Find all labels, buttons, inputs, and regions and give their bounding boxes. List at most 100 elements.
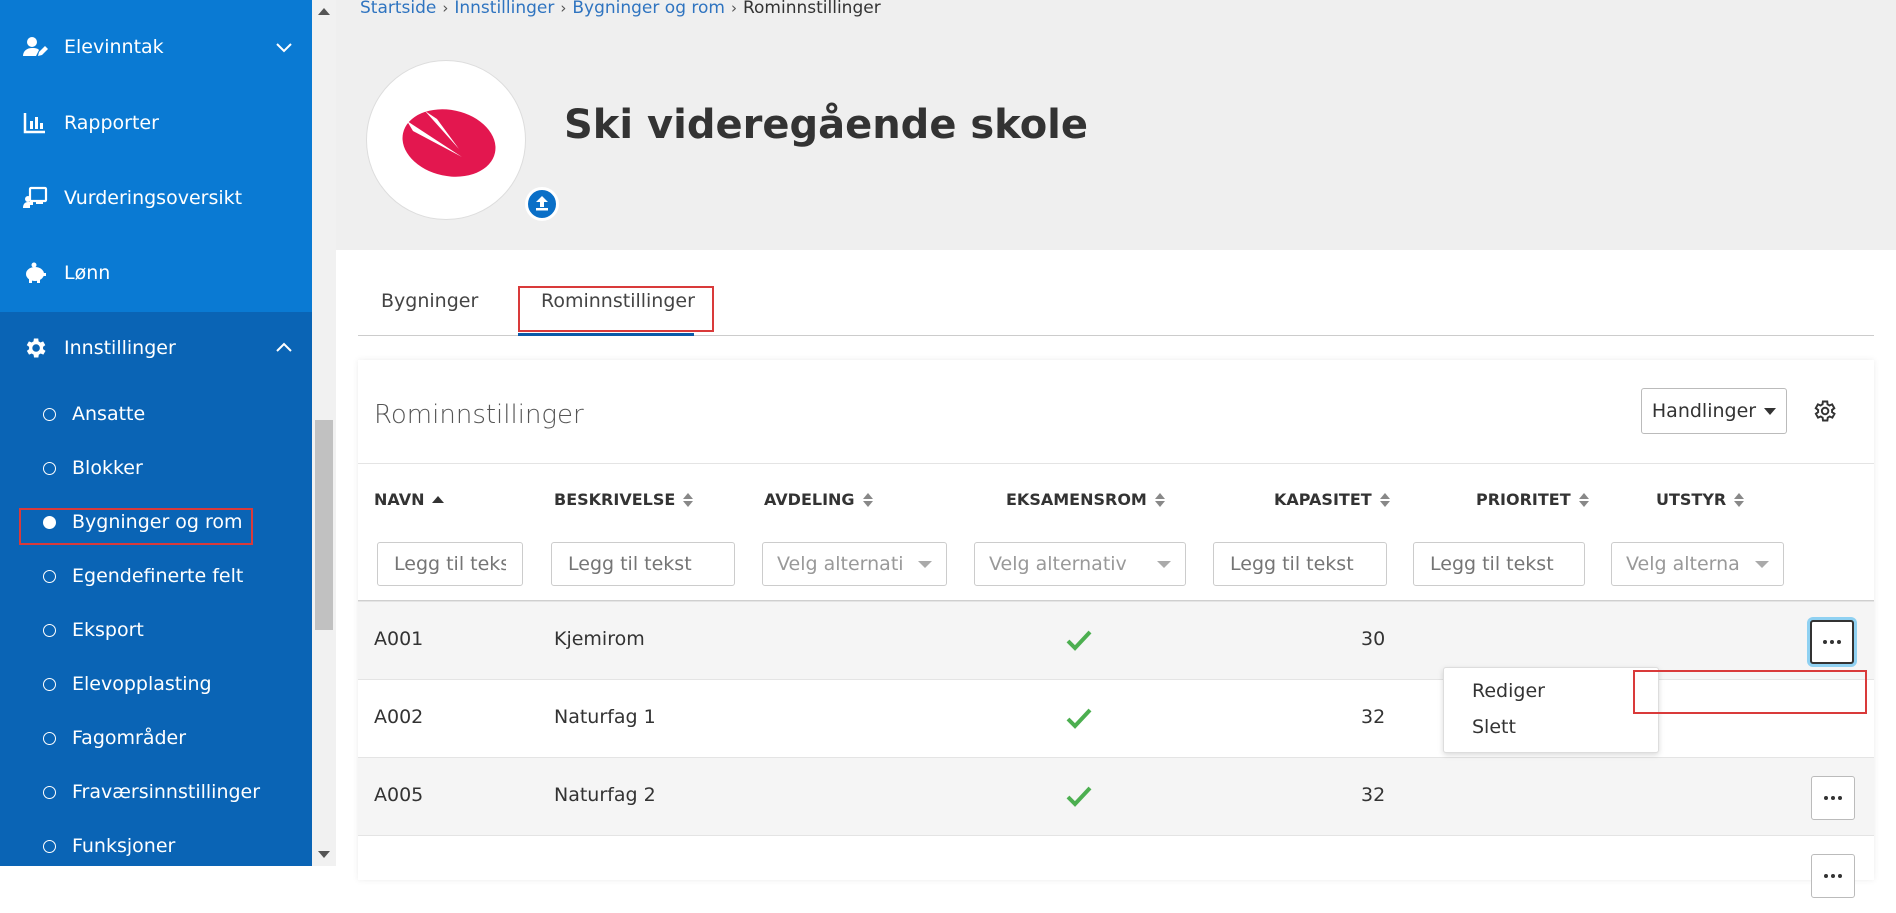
dropdown-arrow-icon <box>1755 561 1769 568</box>
circle-outline-icon <box>43 569 56 583</box>
sort-icon <box>683 492 694 507</box>
sidebar-subitem-eksport[interactable]: Eksport <box>0 608 312 652</box>
breadcrumb-link[interactable]: Startside <box>360 0 436 18</box>
cell-kapasitet: 30 <box>1361 628 1386 650</box>
breadcrumb-link[interactable]: Innstillinger <box>454 0 554 18</box>
sidebar-subitem-fagomrader[interactable]: Fagområder <box>0 716 312 760</box>
sidebar-subitem-fravaersinnstillinger[interactable]: Fraværsinnstillinger <box>0 770 312 814</box>
column-header-avdeling[interactable]: AVDELING <box>764 490 873 509</box>
actions-label: Handlinger <box>1651 400 1757 422</box>
sidebar-subitem-funksjoner[interactable]: Funksjoner <box>0 824 312 866</box>
circle-outline-icon <box>43 839 56 853</box>
school-logo-mark-icon <box>402 109 496 177</box>
school-header: Startside › Innstillinger › Bygninger og… <box>336 0 1896 250</box>
filter-avdeling-select[interactable]: Velg alternati <box>762 542 947 586</box>
sidebar-item-vurderingsoversikt[interactable]: Vurderingsoversikt <box>0 168 312 228</box>
menu-item-slett[interactable]: Slett <box>1472 716 1516 738</box>
chalkboard-user-icon <box>22 185 48 211</box>
column-header-prioritet[interactable]: PRIORITET <box>1476 490 1589 509</box>
sort-icon <box>1154 492 1165 507</box>
sidebar-subitem-label: Egendefinerte felt <box>72 565 244 587</box>
sidebar-subitem-egendefinerte-felt[interactable]: Egendefinerte felt <box>0 554 312 598</box>
sidebar-item-label: Rapporter <box>64 112 159 134</box>
column-header-navn[interactable]: NAVN <box>374 490 445 509</box>
filter-utstyr-select[interactable]: Velg alterna <box>1611 542 1784 586</box>
circle-outline-icon <box>43 623 56 637</box>
sort-icon <box>1379 492 1390 507</box>
row-actions-button[interactable] <box>1811 776 1855 820</box>
tab-bar: Bygninger Rominnstillinger <box>358 280 1874 336</box>
sidebar-item-innstillinger[interactable]: Innstillinger <box>0 318 312 378</box>
circle-outline-icon <box>43 731 56 745</box>
row-actions-menu: Rediger Slett <box>1443 667 1659 753</box>
column-header-label: AVDELING <box>764 490 855 509</box>
sidebar-item-rapporter[interactable]: Rapporter <box>0 93 312 153</box>
column-header-eksamensrom[interactable]: EKSAMENSROM <box>1006 490 1165 509</box>
sidebar-subitem-label: Funksjoner <box>72 835 176 857</box>
menu-item-rediger[interactable]: Rediger <box>1472 680 1545 702</box>
gear-icon <box>22 335 48 361</box>
chevron-down-icon[interactable] <box>274 37 294 57</box>
panel-divider <box>358 463 1874 464</box>
chevron-right-icon: › <box>730 0 737 17</box>
main-content: Startside › Innstillinger › Bygninger og… <box>336 0 1896 898</box>
circle-filled-icon <box>43 515 56 529</box>
sidebar-subitem-ansatte[interactable]: Ansatte <box>0 392 312 436</box>
sidebar-item-label: Elevinntak <box>64 36 164 58</box>
sort-icon <box>1578 492 1589 507</box>
filter-navn-input[interactable] <box>377 542 523 586</box>
sidebar-scrollbar[interactable] <box>312 0 336 866</box>
column-header-label: UTSTYR <box>1656 490 1727 509</box>
column-header-label: BESKRIVELSE <box>554 490 676 509</box>
filter-eksamensrom-select[interactable]: Velg alternativ <box>974 542 1186 586</box>
column-header-beskrivelse[interactable]: BESKRIVELSE <box>554 490 694 509</box>
breadcrumb-link[interactable]: Bygninger og rom <box>572 0 725 18</box>
sort-ascending-icon <box>432 496 445 503</box>
filter-prioritet-input[interactable] <box>1413 542 1585 586</box>
piggy-bank-icon <box>22 260 48 286</box>
bar-chart-icon <box>22 110 48 136</box>
settings-gear-icon[interactable] <box>1811 398 1837 424</box>
sidebar-subitem-label: Elevopplasting <box>72 673 212 695</box>
sidebar: Elevinntak Rapporter Vurderingsoversikt … <box>0 0 312 866</box>
sidebar-subitem-elevopplasting[interactable]: Elevopplasting <box>0 662 312 706</box>
sidebar-item-elevinntak[interactable]: Elevinntak <box>0 17 312 77</box>
scroll-down-arrow-icon[interactable] <box>318 851 330 858</box>
cell-kapasitet: 32 <box>1361 706 1386 728</box>
cell-navn: A005 <box>374 784 424 806</box>
row-actions-button[interactable] <box>1811 854 1855 898</box>
actions-dropdown-button[interactable]: Handlinger <box>1641 388 1787 434</box>
sidebar-subitem-bygninger-og-rom[interactable]: Bygninger og rom <box>0 500 312 544</box>
more-horizontal-icon <box>1823 640 1841 644</box>
scroll-up-arrow-icon[interactable] <box>318 8 330 15</box>
sort-icon <box>1734 492 1745 507</box>
circle-outline-icon <box>43 407 56 421</box>
circle-outline-icon <box>43 785 56 799</box>
checkmark-icon <box>1066 708 1092 729</box>
sidebar-subitem-label: Blokker <box>72 457 143 479</box>
column-header-utstyr[interactable]: UTSTYR <box>1656 490 1745 509</box>
select-placeholder: Velg alternati <box>777 553 904 575</box>
sidebar-item-lonn[interactable]: Lønn <box>0 243 312 303</box>
caret-down-icon <box>1764 407 1777 415</box>
chevron-up-icon[interactable] <box>274 338 294 358</box>
filter-beskrivelse-input[interactable] <box>551 542 735 586</box>
column-header-label: EKSAMENSROM <box>1006 490 1147 509</box>
sort-icon <box>862 492 873 507</box>
select-placeholder: Velg alterna <box>1626 553 1740 575</box>
sidebar-subitem-label: Fagområder <box>72 727 187 749</box>
filter-kapasitet-input[interactable] <box>1213 542 1387 586</box>
sidebar-subitem-label: Eksport <box>72 619 144 641</box>
scroll-thumb[interactable] <box>315 420 333 630</box>
row-actions-button[interactable] <box>1810 620 1854 664</box>
table-row: A005 Naturfag 2 32 <box>358 757 1874 835</box>
school-name: Ski videregående skole <box>564 102 1089 148</box>
tab-bygninger[interactable]: Bygninger <box>381 290 478 312</box>
cell-navn: A002 <box>374 706 424 728</box>
upload-logo-button[interactable] <box>525 187 559 221</box>
sidebar-subitem-blokker[interactable]: Blokker <box>0 446 312 490</box>
column-header-kapasitet[interactable]: KAPASITET <box>1274 490 1390 509</box>
cell-kapasitet: 32 <box>1361 784 1386 806</box>
dropdown-arrow-icon <box>1157 561 1171 568</box>
upload-icon <box>536 196 548 211</box>
